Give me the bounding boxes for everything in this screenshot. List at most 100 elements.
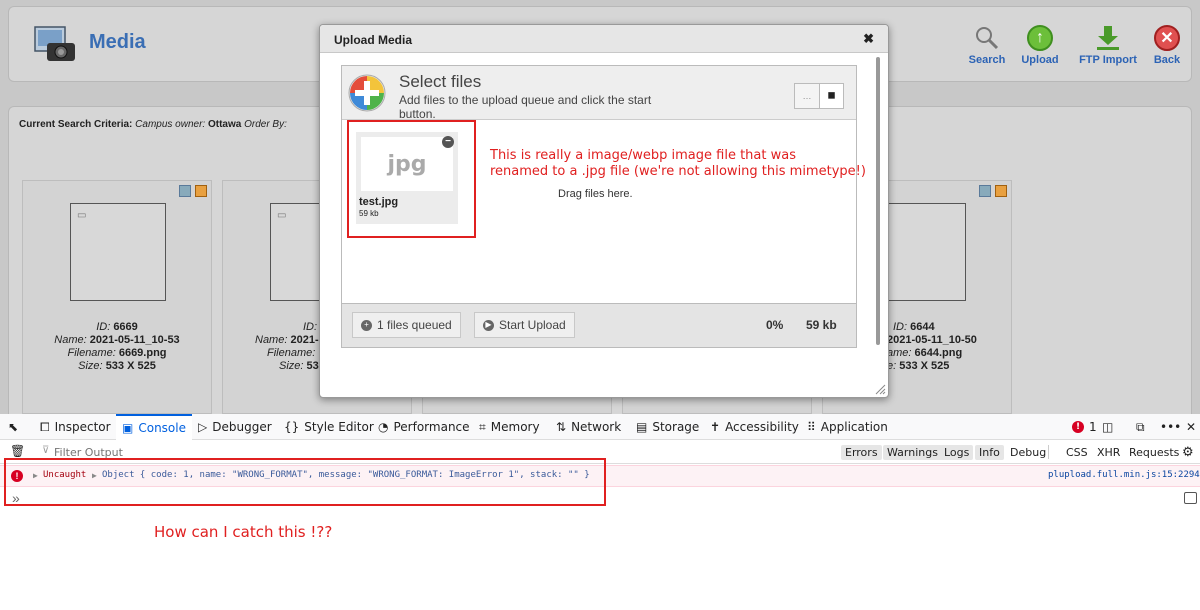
inspector-icon: ⧠	[40, 419, 50, 434]
criteria-label: Current Search Criteria:	[19, 119, 133, 130]
name-value: 2021-05-11_10-50	[887, 334, 977, 346]
download-arrow-icon	[1095, 25, 1121, 51]
filter-errors[interactable]: Errors	[841, 445, 882, 460]
filter-debug[interactable]: Debug	[1006, 445, 1050, 460]
campus-owner-value: Ottawa	[207, 119, 242, 130]
filename-label: Filename:	[267, 347, 316, 359]
annotation-box	[347, 120, 476, 238]
start-upload-button[interactable]: ▶ Start Upload	[474, 312, 575, 338]
dialog-title: Upload Media	[334, 33, 413, 47]
search-criteria: Current Search Criteria: Campus owner: O…	[19, 119, 287, 130]
element-picker-icon[interactable]: ⬉	[8, 414, 18, 440]
network-arrows-icon: ⇅	[556, 420, 567, 434]
upload-percent: 0%	[766, 318, 784, 332]
filter-requests[interactable]: Requests	[1125, 445, 1183, 460]
filter-warnings[interactable]: Warnings	[883, 445, 942, 460]
ftp-import-button[interactable]: FTP Import	[1075, 25, 1141, 66]
tab-label: Style Editor	[304, 420, 374, 434]
tab-inspector[interactable]: ⧠ Inspector	[40, 414, 111, 440]
tab-label: Performance	[393, 420, 470, 434]
tab-console[interactable]: ▣ Console	[116, 414, 192, 440]
edit-icon[interactable]	[979, 185, 991, 197]
trash-icon[interactable]: 🗑	[10, 444, 25, 458]
id-value: 6644	[910, 321, 935, 333]
size-value: 533 X 525	[105, 360, 156, 372]
ftp-import-label: FTP Import	[1079, 54, 1137, 66]
annotation-line-1: This is really a image/webp image file t…	[490, 148, 796, 163]
error-icon: !	[1072, 421, 1084, 433]
media-card[interactable]: ▭ ID: 6669 Name: 2021-05-11_10-53 Filena…	[22, 180, 212, 414]
tab-storage[interactable]: ▤ Storage	[636, 414, 699, 440]
filename-label: ame:	[887, 347, 912, 359]
tab-label: Memory	[490, 420, 540, 434]
name-value: 2021-05-11_10-53	[89, 334, 180, 346]
split-console-icon[interactable]: ◫	[1102, 414, 1113, 440]
id-label: ID:	[893, 321, 908, 333]
tab-label: Storage	[652, 420, 700, 434]
modal-scrollbar[interactable]	[876, 57, 880, 345]
tab-label: Inspector	[54, 420, 111, 434]
tab-memory[interactable]: ⌗ Memory	[479, 414, 540, 440]
close-icon[interactable]: ✖	[863, 31, 874, 47]
error-counter[interactable]: ! 1	[1072, 414, 1097, 440]
name-value: 2021-	[290, 334, 319, 346]
upload-button[interactable]: ↑ Upload	[1010, 25, 1070, 66]
tab-label: Accessibility	[725, 420, 799, 434]
back-label: Back	[1153, 54, 1181, 66]
error-count: 1	[1089, 420, 1097, 434]
devtools-panel: ⬉ ⧠ Inspector ▣ Console ▷ Debugger {} Style …	[0, 414, 1200, 610]
resize-grip-icon[interactable]	[874, 383, 886, 395]
dock-icon[interactable]: ⧉	[1136, 414, 1145, 440]
thumbnail-view-icon[interactable]: ◼	[819, 84, 843, 108]
uploader-footer: + 1 files queued ▶ Start Upload 0% 59 kb	[342, 303, 856, 347]
files-queued-button[interactable]: + 1 files queued	[352, 312, 461, 338]
tab-network[interactable]: ⇅ Network	[556, 414, 621, 440]
image-icon[interactable]	[195, 185, 207, 197]
filter-xhr[interactable]: XHR	[1093, 445, 1124, 460]
back-button[interactable]: ✕ Back	[1137, 25, 1197, 66]
files-queued-label: 1 files queued	[377, 318, 452, 332]
annotation-line-2: renamed to a .jpg file (we're not allowi…	[490, 164, 866, 179]
filename-label: Filename:	[67, 347, 116, 359]
tab-application[interactable]: ⠿ Application	[807, 414, 888, 440]
debugger-icon: ▷	[198, 420, 208, 434]
size-value: 53	[306, 360, 319, 372]
chip-icon: ⌗	[479, 419, 486, 434]
close-devtools-icon[interactable]: ✕	[1186, 414, 1196, 440]
order-by-label: Order By:	[244, 119, 287, 130]
name-label: Name:	[255, 334, 288, 346]
sidebar-toggle-icon[interactable]	[1184, 492, 1197, 504]
size-label: Size:	[279, 360, 304, 372]
upload-label: Upload	[1021, 54, 1059, 66]
list-view-icon[interactable]: …	[795, 84, 819, 108]
tab-debugger[interactable]: ▷ Debugger	[198, 414, 272, 440]
view-toggle[interactable]: … ◼	[794, 83, 844, 109]
filter-logs[interactable]: Logs	[940, 445, 974, 460]
campus-owner-label: Campus owner:	[135, 119, 206, 130]
media-logo-icon	[33, 25, 77, 63]
console-settings-icon[interactable]: ⚙	[1182, 444, 1194, 460]
accessibility-icon: ✝	[710, 420, 721, 434]
filter-info[interactable]: Info	[975, 445, 1004, 460]
upload-arrow-icon: ↑	[1027, 25, 1053, 51]
card-info: ID: 6644 2021-05-11_10-50 ame: 6644.png …	[887, 321, 1011, 373]
devtools-tabbar: ⬉ ⧠ Inspector ▣ Console ▷ Debugger {} Style …	[0, 414, 1200, 440]
upload-total-size: 59 kb	[806, 318, 837, 332]
filter-css[interactable]: CSS	[1062, 445, 1092, 460]
add-circle-icon	[348, 74, 386, 112]
search-button[interactable]: Search	[957, 25, 1017, 66]
error-source-link[interactable]: plupload.full.min.js:15:2294	[1048, 470, 1200, 480]
size-label: Size:	[78, 360, 103, 372]
more-options-icon[interactable]: •••	[1160, 414, 1181, 440]
thumbnail[interactable]: ▭	[70, 203, 166, 301]
tab-style-editor[interactable]: {} Style Editor	[284, 414, 374, 440]
play-circle-icon: ▶	[483, 319, 494, 331]
image-icon[interactable]	[995, 185, 1007, 197]
tab-accessibility[interactable]: ✝ Accessibility	[710, 414, 799, 440]
dialog-titlebar[interactable]: Upload Media ✖	[320, 25, 888, 53]
tab-performance[interactable]: ◔ Performance	[378, 414, 470, 440]
filter-icon: ⊽	[42, 445, 50, 456]
tab-label: Network	[571, 420, 622, 434]
edit-icon[interactable]	[179, 185, 191, 197]
filename-value: 6644.png	[914, 347, 963, 359]
